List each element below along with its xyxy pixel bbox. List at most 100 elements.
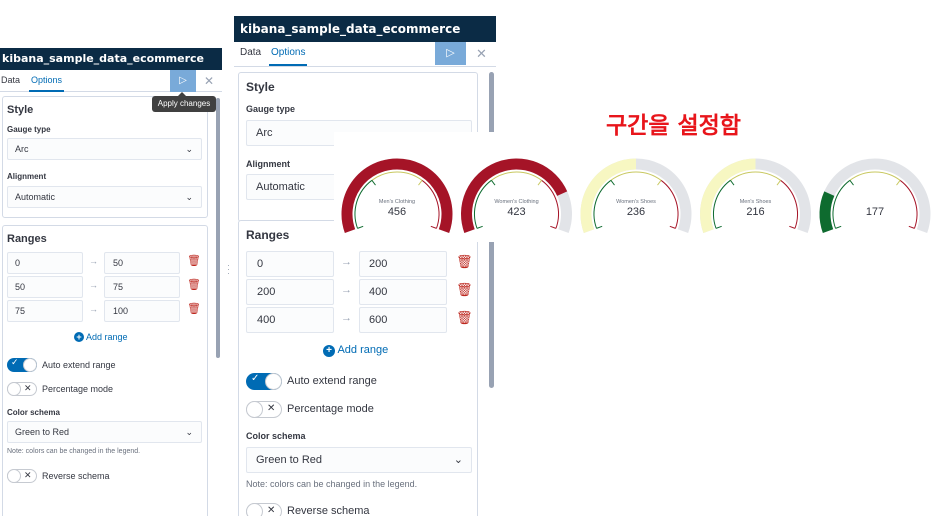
gauge-tick bbox=[657, 180, 662, 186]
apply-changes-button[interactable]: ▷ bbox=[435, 42, 466, 65]
arrow-right-icon: → bbox=[89, 256, 98, 266]
drag-handle-icon[interactable]: · · · bbox=[227, 261, 231, 278]
editor-tabs: Data Options ▷ ✕ bbox=[0, 70, 222, 92]
close-icon[interactable]: ✕ bbox=[476, 42, 487, 66]
range-to-input[interactable]: 50 bbox=[104, 252, 180, 274]
trash-icon[interactable]: 🗑 bbox=[456, 254, 473, 270]
reverse-schema-toggle[interactable]: ✕ bbox=[7, 469, 37, 483]
range-from-input[interactable]: 200 bbox=[246, 279, 334, 305]
range-from-input[interactable]: 0 bbox=[7, 252, 83, 274]
chevron-down-icon: ⌄ bbox=[185, 192, 193, 202]
arrow-right-icon: → bbox=[341, 284, 352, 296]
percentage-mode-toggle[interactable]: ✕ bbox=[7, 382, 37, 396]
trash-icon[interactable]: 🗑 bbox=[456, 310, 473, 326]
gauge-scale-yellow bbox=[610, 171, 662, 181]
plus-icon: + bbox=[323, 345, 335, 357]
auto-extend-toggle[interactable]: ✓ bbox=[7, 357, 37, 372]
alignment-label: Alignment bbox=[246, 159, 290, 169]
add-range-button[interactable]: + Add range bbox=[74, 332, 128, 342]
x-icon: ✕ bbox=[267, 403, 276, 414]
alignment-label: Alignment bbox=[7, 172, 47, 181]
arrow-right-icon: → bbox=[341, 256, 352, 268]
color-note: Note: colors can be changed in the legen… bbox=[246, 479, 418, 489]
gauge-visualization: Men's Clothing 456 Women's Clothing 423 Wome… bbox=[334, 132, 934, 242]
color-schema-select[interactable]: Green to Red ⌄ bbox=[7, 421, 202, 443]
ranges-heading: Ranges bbox=[7, 233, 47, 245]
gauges-svg: Men's Clothing456Women's Clothing423Wome… bbox=[341, 158, 931, 233]
x-icon: ✕ bbox=[267, 505, 276, 516]
gauge-tick bbox=[849, 180, 854, 186]
range-from-input[interactable]: 50 bbox=[7, 276, 83, 298]
tab-data[interactable]: Data bbox=[240, 42, 261, 64]
gauge-type-value: Arc bbox=[256, 127, 273, 139]
gauge-tick bbox=[776, 180, 781, 186]
color-schema-label: Color schema bbox=[246, 431, 306, 441]
range-from-input[interactable]: 400 bbox=[246, 307, 334, 333]
gauge-tick bbox=[476, 225, 483, 229]
auto-extend-label: Auto extend range bbox=[287, 375, 377, 387]
toggle-knob bbox=[265, 373, 282, 390]
percentage-mode-toggle[interactable]: ✕ bbox=[246, 401, 282, 418]
range-to-input[interactable]: 400 bbox=[359, 279, 447, 305]
toggle-knob bbox=[246, 401, 263, 418]
close-icon[interactable]: ✕ bbox=[204, 70, 214, 92]
gauge-label: Women's Shoes bbox=[616, 199, 656, 205]
toggle-knob bbox=[7, 469, 21, 483]
color-schema-value: Green to Red bbox=[15, 427, 70, 437]
auto-extend-toggle[interactable]: ✓ bbox=[246, 373, 282, 390]
range-to-input[interactable]: 600 bbox=[359, 307, 447, 333]
gauge-tick bbox=[537, 180, 542, 186]
range-from-input[interactable]: 75 bbox=[7, 300, 83, 322]
check-icon: ✓ bbox=[11, 357, 19, 367]
gauge-fill bbox=[461, 158, 568, 233]
gauge-fill bbox=[700, 158, 756, 233]
gauge: Men's Shoes216 bbox=[700, 158, 811, 233]
arrow-right-icon: → bbox=[89, 304, 98, 314]
play-icon: ▷ bbox=[446, 47, 455, 59]
gauge-tick bbox=[550, 225, 557, 229]
gauge-tick bbox=[371, 180, 376, 186]
chevron-down-icon: ⌄ bbox=[185, 427, 193, 437]
tab-options[interactable]: Options bbox=[29, 70, 65, 92]
trash-icon[interactable]: 🗑 bbox=[456, 282, 473, 298]
color-schema-value: Green to Red bbox=[256, 454, 323, 466]
alignment-select[interactable]: Automatic ⌄ bbox=[7, 186, 202, 208]
gauge-label: Men's Shoes bbox=[740, 199, 772, 205]
gauge-tick bbox=[730, 180, 735, 186]
gauge: Women's Clothing423 bbox=[461, 158, 572, 233]
apply-changes-button[interactable]: ▷ bbox=[170, 70, 196, 92]
plus-icon: + bbox=[74, 332, 84, 342]
trash-icon[interactable]: 🗑 bbox=[187, 302, 201, 315]
gauge-scale-yellow bbox=[491, 171, 542, 181]
range-to-input[interactable]: 200 bbox=[359, 251, 447, 277]
trash-icon[interactable]: 🗑 bbox=[187, 254, 201, 267]
range-to-input[interactable]: 100 bbox=[104, 300, 180, 322]
reverse-schema-toggle[interactable]: ✕ bbox=[246, 503, 282, 516]
add-range-label: Add range bbox=[337, 344, 389, 356]
gauge-fill bbox=[819, 191, 835, 233]
editor-panel-2: kibana_sample_data_ecommerce Data Option… bbox=[234, 16, 496, 516]
range-from-input[interactable]: 0 bbox=[246, 251, 334, 277]
tab-data[interactable]: Data bbox=[1, 70, 20, 90]
gauge-type-select[interactable]: Arc ⌄ bbox=[7, 138, 202, 160]
trash-icon[interactable]: 🗑 bbox=[187, 278, 201, 291]
range-to-input[interactable]: 75 bbox=[104, 276, 180, 298]
color-schema-select[interactable]: Green to Red ⌄ bbox=[246, 447, 472, 473]
x-icon: ✕ bbox=[24, 470, 32, 480]
add-range-button[interactable]: + Add range bbox=[323, 344, 388, 357]
annotation-text: 구간을 설정함 bbox=[606, 113, 741, 139]
gauge-scale-yellow bbox=[849, 171, 901, 181]
scrollbar[interactable] bbox=[216, 98, 220, 358]
gauge-tick bbox=[669, 225, 676, 229]
gauge-tick bbox=[357, 225, 364, 229]
gauge-tick bbox=[418, 180, 423, 186]
x-icon: ✕ bbox=[24, 383, 32, 393]
style-heading: Style bbox=[246, 80, 275, 94]
add-range-label: Add range bbox=[86, 332, 128, 342]
gauge-fill bbox=[580, 158, 637, 233]
gauge-tick bbox=[908, 225, 915, 229]
gauge-fill bbox=[341, 158, 453, 233]
tab-options[interactable]: Options bbox=[269, 42, 308, 66]
gauge-type-label: Gauge type bbox=[246, 104, 296, 114]
gauge-tick bbox=[715, 225, 722, 229]
